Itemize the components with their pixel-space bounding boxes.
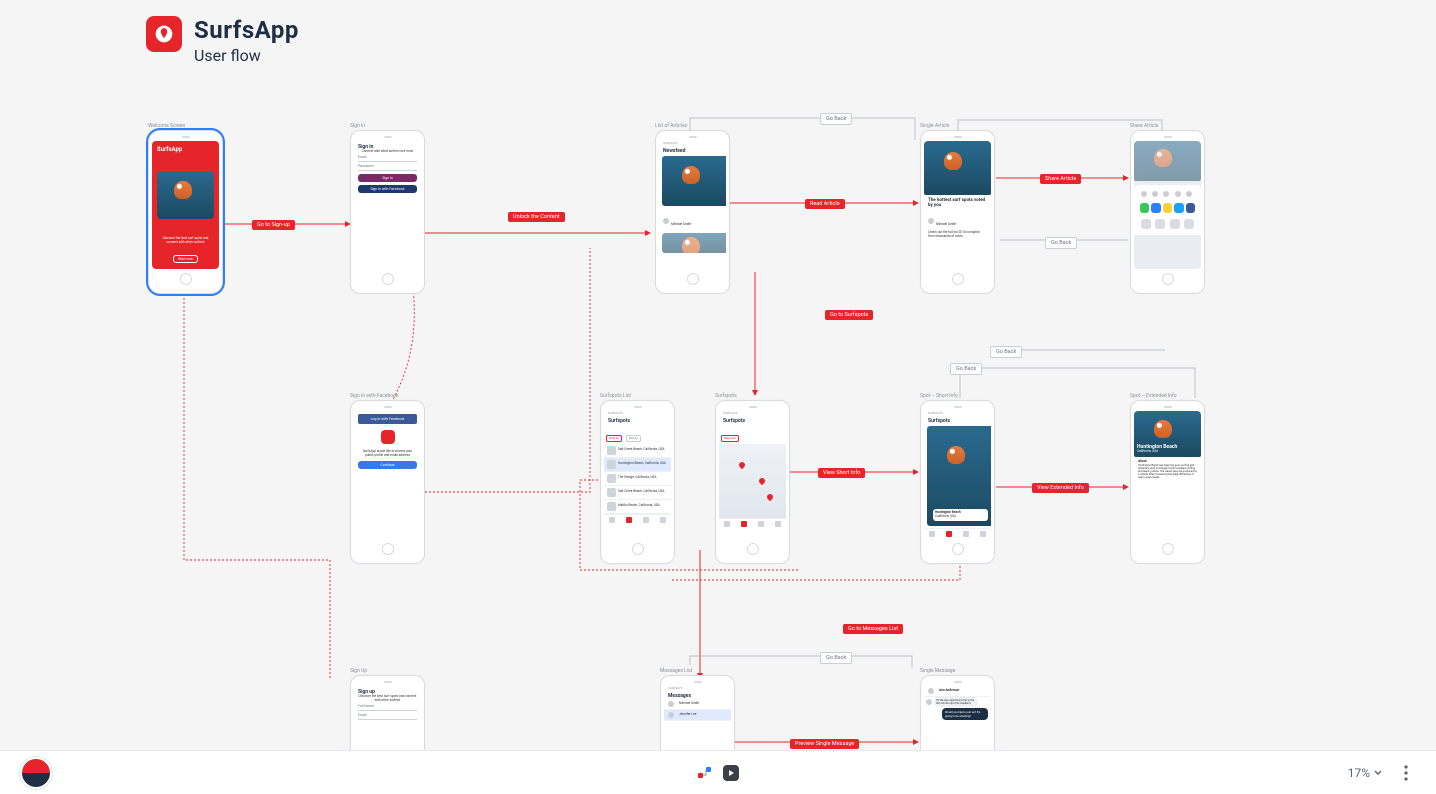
caption-welcome: Welcome Screen: [148, 123, 185, 129]
more-menu-button[interactable]: [1396, 763, 1416, 783]
share-mail-icon: [1151, 203, 1160, 213]
flow-share: Share Article: [1040, 174, 1081, 184]
caption-spot-short: Spot – Short Info: [920, 393, 958, 399]
flow-preview-msg: Preview Single Message: [790, 739, 859, 749]
document-subtitle: User flow: [194, 46, 299, 65]
diagram-canvas[interactable]: SurfsApp User flow: [0, 0, 1436, 794]
chevron-down-icon: [1374, 769, 1382, 777]
bottom-toolbar: 17%: [0, 750, 1436, 794]
view-mode-present-icon[interactable]: [723, 765, 739, 781]
caption-fbsignin: Sign in with Facebook: [350, 393, 399, 399]
flow-view-ext: View Extended Info: [1032, 483, 1089, 493]
flow-go-messages: Go to Messages List: [843, 624, 903, 634]
share-facebook-icon: [1186, 203, 1195, 213]
document-header: SurfsApp User flow: [146, 16, 299, 65]
flow-view-short: View Short Info: [818, 468, 865, 478]
flow-unlock: Unlock the Content: [508, 212, 565, 222]
screen-spot-extended[interactable]: Huntington Beach California, USA About H…: [1130, 400, 1205, 564]
caption-share: Share Article: [1130, 123, 1158, 129]
share-notes-icon: [1163, 203, 1172, 213]
zoom-control[interactable]: 17%: [1348, 766, 1382, 780]
screen-article[interactable]: The hottest surf spots voted by you Mich…: [920, 130, 995, 294]
caption-smsg: Single Message: [920, 668, 955, 674]
screen-fb-signin[interactable]: Log in with Facebook SurfsApp would like…: [350, 400, 425, 564]
flow-go-surfspots: Go to Surfspots: [825, 310, 873, 320]
screen-welcome[interactable]: SurfsApp Discover the best surf spots an…: [148, 130, 223, 294]
user-avatar[interactable]: [20, 757, 52, 789]
screen-newsfeed[interactable]: SURFSAPP Newsfeed Michael Smith: [655, 130, 730, 294]
caption-newsfeed: List of Articles: [655, 123, 687, 129]
view-mode-flow-icon[interactable]: [697, 765, 713, 781]
zoom-value: 17%: [1348, 766, 1370, 780]
flow-goback-4: Go Back: [990, 346, 1022, 358]
caption-article: Single Article: [920, 123, 949, 129]
caption-signup: Sign Up: [350, 668, 367, 674]
screen-share[interactable]: [1130, 130, 1205, 294]
caption-spot-ext: Spot – Extended Info: [1130, 393, 1177, 399]
flow-go-signup: Go to Sign-up: [252, 220, 295, 230]
flow-goback-2: Go Back: [1045, 237, 1077, 249]
screen-signin[interactable]: Sign in Connect with what surfers love m…: [350, 130, 425, 294]
caption-spots-list: Surfspots List: [600, 393, 631, 399]
flow-goback-3: Go Back: [950, 363, 982, 375]
brand-logo-icon: [146, 16, 182, 52]
flow-goback-1: Go Back: [820, 113, 852, 125]
caption-signin: Sign in: [350, 123, 365, 129]
screen-spot-short[interactable]: SURFSAPP Surfspots Huntington Beach Cali…: [920, 400, 995, 564]
caption-messages: Messages List: [660, 668, 692, 674]
brand-name: SurfsApp: [194, 16, 299, 44]
flow-read-article: Read Article: [805, 199, 845, 209]
flow-goback-5: Go Back: [820, 652, 852, 664]
share-twitter-icon: [1174, 203, 1183, 213]
screen-surfspots-list[interactable]: SURFSAPP Surfspots Filter bySort by Salt…: [600, 400, 675, 564]
screen-surfspots-map[interactable]: SURFSAPP Surfspots Map view: [715, 400, 790, 564]
caption-spots-map: Surfspots: [715, 393, 737, 399]
share-messages-icon: [1140, 203, 1149, 213]
